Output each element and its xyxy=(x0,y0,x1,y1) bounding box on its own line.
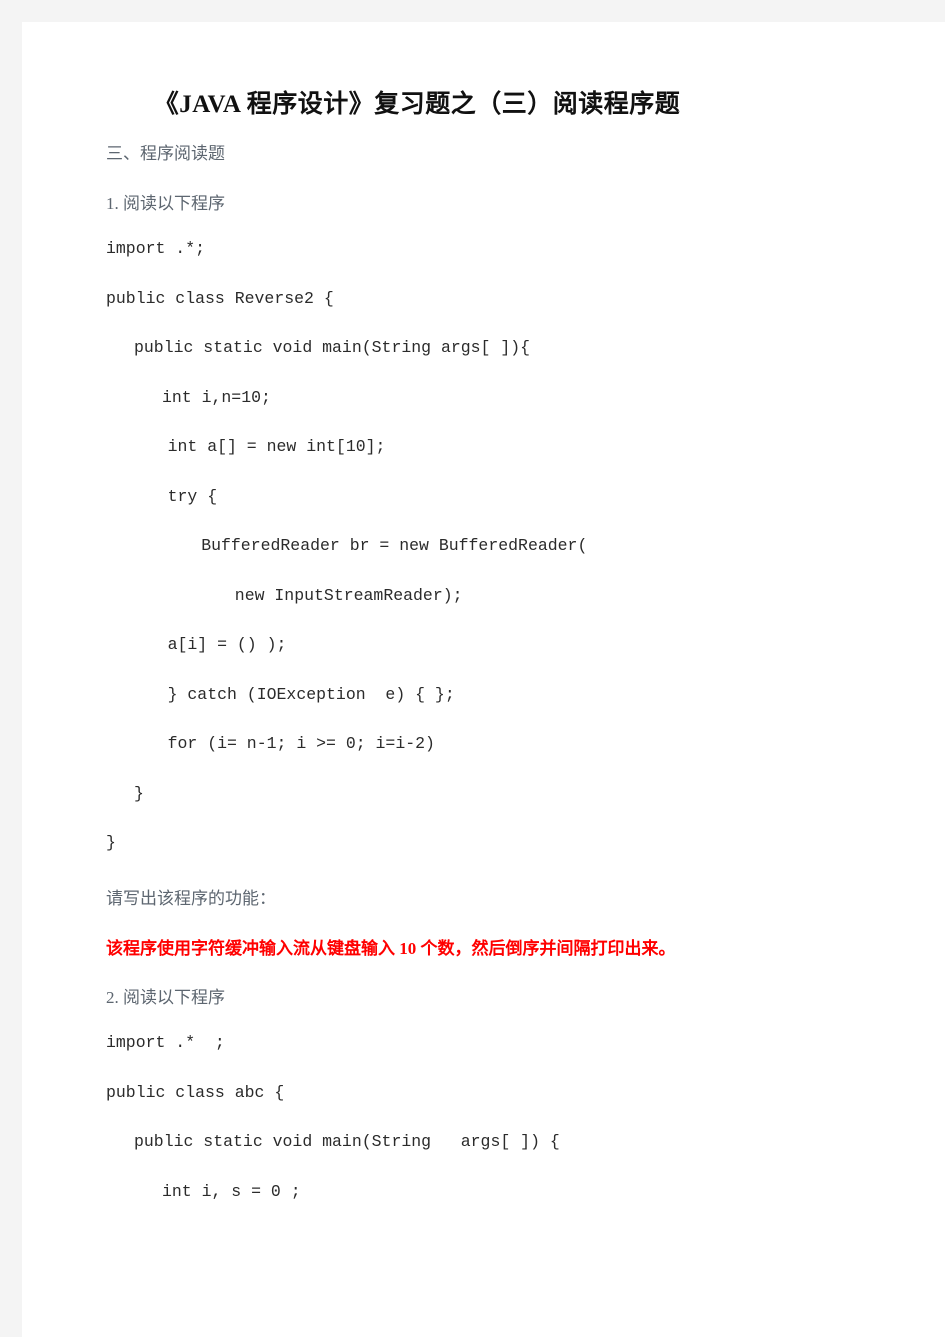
code-line: new InputStreamReader); xyxy=(234,585,463,605)
code-line: } xyxy=(134,783,144,803)
code-line: public class Reverse2 { xyxy=(106,288,334,308)
question-2-prompt: 2. 阅读以下程序 xyxy=(106,988,225,1007)
code-line: } xyxy=(106,833,116,852)
code-line: public static void main(String args[ ]){ xyxy=(134,338,531,357)
code-line: import .* ; xyxy=(106,1033,225,1052)
code-line: BufferedReader br = new BufferedReader( xyxy=(201,536,588,555)
code-line: for (i= n-1; i >= 0; i=i-2) xyxy=(167,734,435,753)
code-line: int i,n=10; xyxy=(162,387,271,407)
code-line: int a[] = new int[10]; xyxy=(167,437,386,456)
code-line: public class abc { xyxy=(106,1082,285,1102)
code-line: a[i] = () ); xyxy=(167,635,287,654)
code-line: } catch (IOException e) { }; xyxy=(167,684,455,704)
code-line: public static void main(String args[ ]) … xyxy=(134,1132,560,1151)
question-1-prompt: 1. 阅读以下程序 xyxy=(106,194,225,213)
code-line: try { xyxy=(167,486,218,506)
question-1-answer: 该程序使用字符缓冲输入流从键盘输入 10 个数，然后倒序并间隔打印出来。 xyxy=(106,939,676,958)
page-title: 《JAVA 程序设计》复习题之（三）阅读程序题 xyxy=(153,91,681,118)
document-page: 《JAVA 程序设计》复习题之（三）阅读程序题 三、程序阅读题 1. 阅读以下程… xyxy=(22,22,945,1337)
code-line: import .*; xyxy=(106,239,206,258)
section-heading: 三、程序阅读题 xyxy=(106,144,225,163)
code-line: int i, s = 0 ; xyxy=(162,1181,301,1201)
question-1-ask: 请写出该程序的功能： xyxy=(106,889,276,908)
